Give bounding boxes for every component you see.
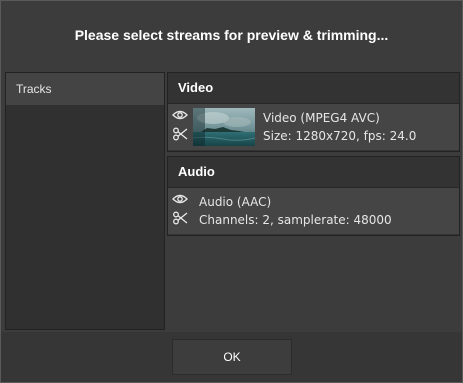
eye-icon[interactable] [172, 109, 190, 121]
audio-section-header: Audio [178, 164, 215, 179]
audio-stream-icons [172, 193, 190, 225]
sidebar: Tracks [5, 72, 165, 330]
video-thumbnail [193, 108, 255, 146]
ok-button[interactable]: OK [172, 339, 292, 375]
video-stream-name: Video (MPEG4 AVC) [263, 111, 380, 125]
eye-icon[interactable] [172, 193, 190, 205]
video-stream-icons [172, 109, 190, 141]
sidebar-item-tracks[interactable]: Tracks [6, 73, 164, 105]
video-section: Video Video (MPEG4 AVC) Size: 1280x720, … [167, 72, 460, 152]
stream-select-dialog: Please select streams for preview & trim… [0, 0, 463, 383]
dialog-footer: OK [1, 332, 462, 382]
scissors-icon[interactable] [172, 127, 190, 141]
audio-stream-details: Channels: 2, samplerate: 48000 [199, 213, 392, 227]
video-section-header: Video [178, 80, 214, 95]
video-stream-row[interactable]: Video (MPEG4 AVC) Size: 1280x720, fps: 2… [168, 103, 459, 150]
audio-stream-name: Audio (AAC) [199, 195, 272, 209]
scissors-icon[interactable] [172, 211, 190, 225]
dialog-title: Please select streams for preview & trim… [74, 27, 389, 43]
audio-section: Audio Audio (AAC) Channels: 2, samplerat… [167, 156, 460, 236]
video-stream-details: Size: 1280x720, fps: 24.0 [263, 129, 417, 143]
audio-stream-row[interactable]: Audio (AAC) Channels: 2, samplerate: 480… [168, 187, 459, 234]
